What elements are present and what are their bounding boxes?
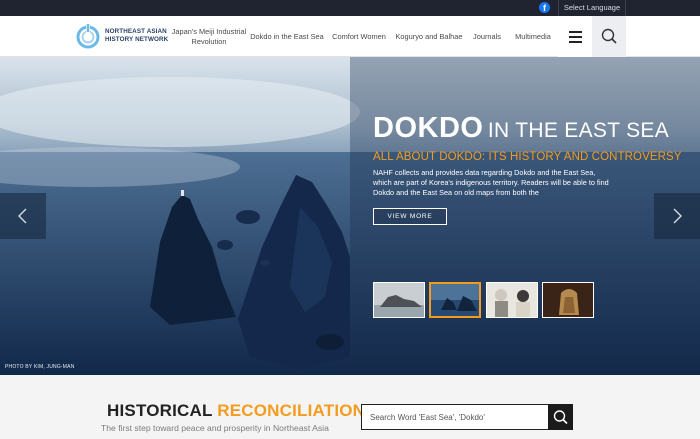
- facebook-icon[interactable]: f: [539, 2, 550, 13]
- reconciliation-title-dark: HISTORICAL: [107, 401, 213, 420]
- reconciliation-title: HISTORICAL RECONCILIATIONS: [107, 401, 377, 421]
- hamburger-menu-icon[interactable]: [558, 16, 592, 57]
- view-more-button[interactable]: VIEW MORE: [373, 208, 447, 225]
- nav-multimedia[interactable]: Multimedia: [510, 16, 556, 57]
- nav-meiji-industrial-revolution[interactable]: Japan's Meiji Industrial Revolution: [170, 16, 248, 57]
- hero-title-big: DOKDO: [373, 112, 484, 144]
- search-icon: [553, 410, 568, 425]
- next-slide-button[interactable]: [654, 193, 700, 239]
- top-utility-bar: f Select Language: [0, 0, 700, 16]
- select-language-button[interactable]: Select Language: [558, 0, 626, 16]
- reconciliation-title-accent: RECONCILIATIONS: [217, 401, 377, 420]
- nav-comfort-women[interactable]: Comfort Women: [328, 16, 390, 57]
- prev-slide-button[interactable]: [0, 193, 46, 239]
- slide-thumbnail-active[interactable]: [429, 282, 481, 318]
- reconciliation-subtitle: The first step toward peace and prosperi…: [101, 423, 329, 433]
- slide-thumbnail[interactable]: [486, 282, 538, 318]
- nav-journals[interactable]: Journals: [468, 16, 506, 57]
- hero-subtitle: ALL ABOUT DOKDO: ITS HISTORY AND CONTROV…: [373, 151, 682, 163]
- photo-credit: PHOTO BY KIM, JUNG-MAN: [5, 364, 75, 370]
- site-logo-text[interactable]: NORTHEAST ASIAN HISTORY NETWORK: [105, 28, 168, 44]
- nav-koguryo-balhae[interactable]: Koguryo and Balhae: [394, 16, 464, 57]
- slide-thumbnail[interactable]: [542, 282, 594, 318]
- search-icon: [601, 28, 617, 44]
- hero-title-small: IN THE EAST SEA: [487, 119, 670, 142]
- chevron-right-icon: [673, 208, 682, 224]
- thumbnail-artifact-image: [543, 283, 593, 317]
- thumbnail-dokdo-image: [431, 284, 479, 316]
- header-search-button[interactable]: [592, 16, 626, 57]
- hero-description: NAHF collects and provides data regardin…: [373, 168, 609, 197]
- logo-line-1: NORTHEAST ASIAN: [105, 28, 167, 35]
- hero-title: DOKDO IN THE EAST SEA: [373, 112, 669, 145]
- keyword-search-button[interactable]: [548, 404, 573, 430]
- nav-dokdo-east-sea[interactable]: Dokdo in the East Sea: [250, 16, 324, 57]
- thumbnail-comfort-women-image: [487, 283, 537, 317]
- thumbnail-island-image: [374, 283, 424, 317]
- slide-thumbnail[interactable]: [373, 282, 425, 318]
- logo-line-2: HISTORY NETWORK: [105, 36, 169, 43]
- nahf-logo-icon[interactable]: [74, 22, 102, 50]
- chevron-left-icon: [18, 208, 27, 224]
- keyword-search-input[interactable]: [361, 404, 549, 430]
